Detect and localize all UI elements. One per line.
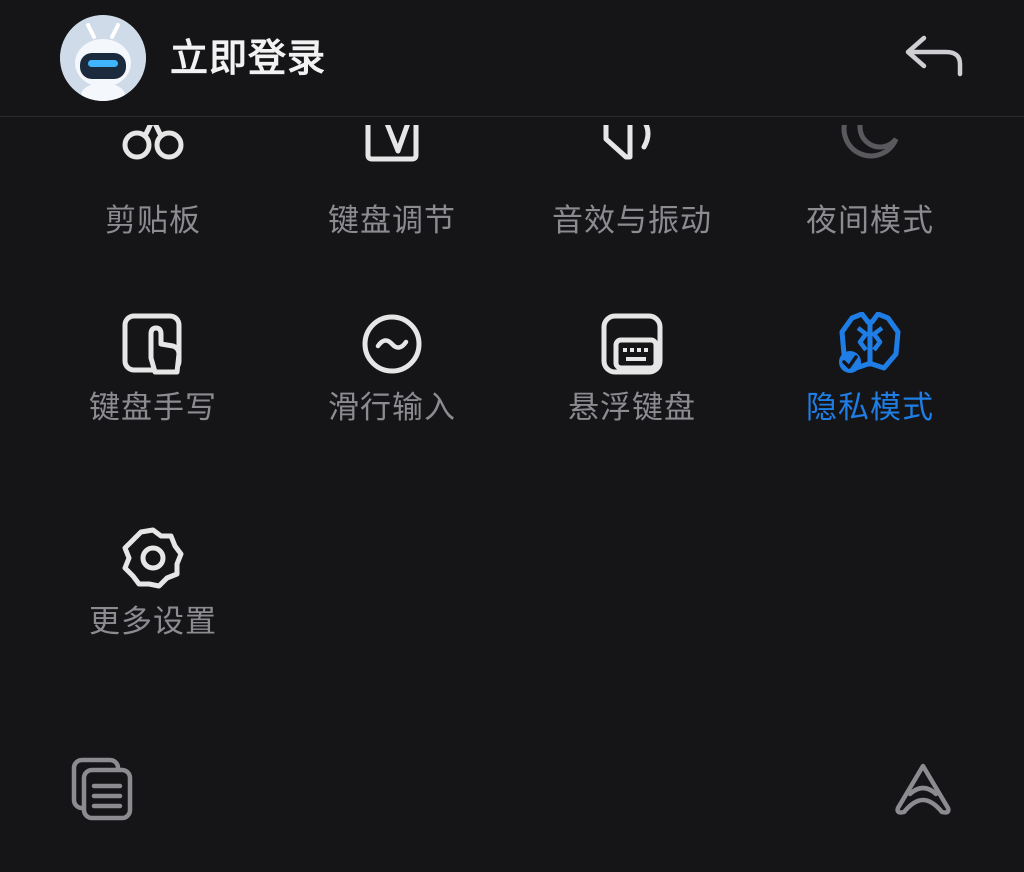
grid-item-label: 键盘手写: [89, 390, 217, 426]
keyboard-adjust-icon: [365, 125, 419, 162]
grid-item-sound-vibration[interactable]: 音效与振动: [512, 125, 752, 275]
grid-item-handwriting[interactable]: 键盘手写: [33, 312, 273, 462]
grid-item-privacy-mode[interactable]: 隐私模式: [750, 312, 990, 462]
settings-panel: 剪贴板 键盘调节 音效与振动 夜间模式 键盘手写 滑行输入 悬浮键盘 隐私模式 …: [0, 0, 1024, 872]
grid-item-label: 剪贴板: [105, 203, 201, 239]
grid-item-more-settings[interactable]: 更多设置: [33, 526, 273, 676]
grid-item-floating-keyboard[interactable]: 悬浮键盘: [512, 312, 752, 462]
robot-avatar-icon: [60, 15, 146, 101]
privacy-mode-icon: [839, 312, 901, 373]
settings-grid: 剪贴板 键盘调节 音效与振动 夜间模式 键盘手写 滑行输入 悬浮键盘 隐私模式 …: [0, 0, 1024, 872]
swipe-input-icon: [362, 314, 422, 374]
grid-item-keyboard-adjust[interactable]: 键盘调节: [272, 125, 512, 275]
grid-item-label: 夜间模式: [806, 203, 934, 239]
moon-icon: [841, 125, 899, 159]
scissors-icon: [122, 125, 184, 160]
grid-item-night-mode[interactable]: 夜间模式: [750, 125, 990, 275]
grid-item-label: 键盘调节: [328, 203, 456, 239]
return-arrow-icon: [905, 35, 963, 77]
grid-item-swipe-input[interactable]: 滑行输入: [272, 312, 512, 462]
login-link[interactable]: 立即登录: [170, 34, 326, 82]
grid-item-label: 悬浮键盘: [568, 390, 696, 426]
grid-item-label: 音效与振动: [552, 203, 712, 239]
user-avatar[interactable]: [60, 15, 146, 101]
back-button[interactable]: [900, 30, 966, 84]
floating-keyboard-icon: [601, 313, 663, 375]
grid-item-label: 滑行输入: [328, 390, 456, 426]
grid-item-label: 隐私模式: [806, 390, 934, 426]
handwriting-icon: [122, 313, 182, 375]
grid-item-clipboard[interactable]: 剪贴板: [33, 125, 273, 275]
gear-icon: [122, 527, 184, 589]
header-bar: 立即登录: [0, 0, 1024, 117]
sound-vibration-icon: [603, 125, 651, 160]
grid-item-label: 更多设置: [89, 604, 217, 640]
